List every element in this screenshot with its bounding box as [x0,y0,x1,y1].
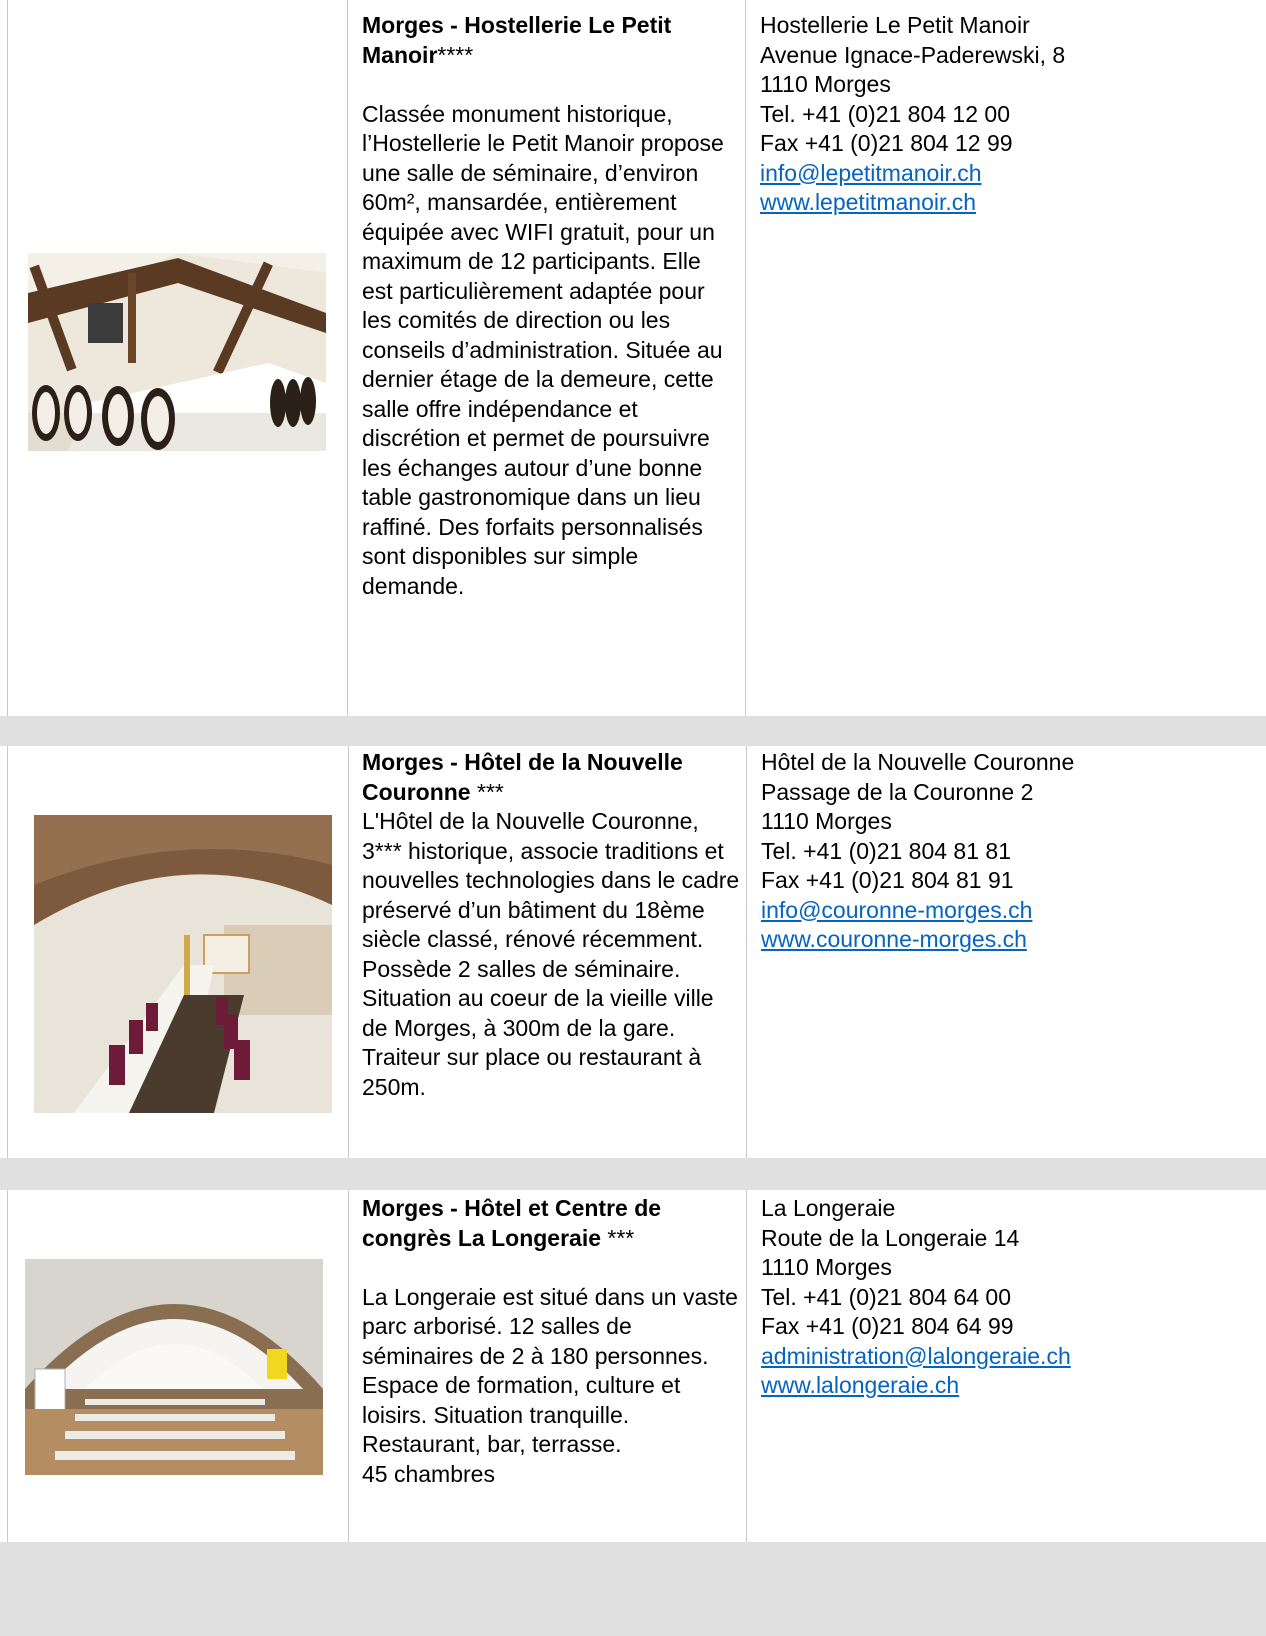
contact-fax: Fax +41 (0)21 804 64 99 [761,1313,1014,1339]
contact-phone: Tel. +41 (0)21 804 81 81 [761,837,1011,864]
venue-description: Morges - Hostellerie Le Petit Manoir****… [362,11,734,601]
row-separator [0,716,1266,746]
contact-phone: Tel. +41 (0)21 804 64 00 [761,1283,1011,1310]
rooms-count: 45 chambres [362,1460,495,1487]
row-separator [0,1158,1266,1190]
venue-stars: *** [601,1224,635,1251]
seminar-room-photo [34,815,332,1113]
venue-contact: Hostellerie Le Petit Manoir Avenue Ignac… [760,11,1260,218]
row-separator [0,1542,1266,1636]
contact-street: Passage de la Couronne 2 [761,778,1034,805]
venue-heading: Morges - Hôtel et Centre de congrès La L… [362,1194,742,1253]
contact-name: Hostellerie Le Petit Manoir [760,12,1030,38]
venue-contact: La Longeraie Route de la Longeraie 14 11… [761,1194,1261,1401]
contact-city: 1110 Morges [761,808,892,834]
website-link[interactable]: www.couronne-morges.ch [761,925,1261,955]
email-link[interactable]: info@lepetitmanoir.ch [760,159,1260,189]
venue-description-text: La Longeraie est situé dans un vaste par… [362,1283,738,1458]
website-link[interactable]: www.lalongeraie.ch [761,1371,1261,1401]
seminar-room-photo [28,253,326,451]
table-border-left [7,0,8,1636]
contact-street: Avenue Ignace-Paderewski, 8 [760,41,1066,68]
contact-fax: Fax +41 (0)21 804 81 91 [761,867,1014,893]
venue-heading: Morges - Hôtel de la Nouvelle Couronne *… [362,748,742,807]
venue-stars: **** [437,41,474,68]
venue-title: Morges - Hôtel de la Nouvelle Couronne [362,749,683,805]
column-divider-2 [745,0,746,716]
column-divider-1 [348,746,349,1158]
contact-name: Hôtel de la Nouvelle Couronne [761,749,1075,775]
venue-description: Morges - Hôtel et Centre de congrès La L… [362,1194,742,1489]
contact-name: La Longeraie [761,1195,896,1221]
email-link[interactable]: info@couronne-morges.ch [761,896,1261,926]
column-divider-2 [746,746,747,1158]
column-divider-1 [347,0,348,716]
contact-city: 1110 Morges [760,71,891,97]
venue-contact: Hôtel de la Nouvelle Couronne Passage de… [761,748,1261,955]
contact-street: Route de la Longeraie 14 [761,1224,1020,1251]
venue-heading: Morges - Hostellerie Le Petit Manoir**** [362,11,734,70]
contact-fax: Fax +41 (0)21 804 12 99 [760,130,1013,156]
contact-city: 1110 Morges [761,1254,892,1280]
venue-stars: *** [470,778,504,805]
contact-phone: Tel. +41 (0)21 804 12 00 [760,100,1010,127]
column-divider-2 [746,1190,747,1542]
venue-description-text: L'Hôtel de la Nouvelle Couronne, 3*** hi… [362,808,740,1100]
venue-title: Morges - Hostellerie Le Petit Manoir [362,12,672,68]
conference-hall-photo [25,1259,323,1475]
column-divider-1 [348,1190,349,1542]
venue-description-text: Classée monument historique, l’Hosteller… [362,100,724,599]
venue-description: Morges - Hôtel de la Nouvelle Couronne *… [362,748,742,1102]
email-link[interactable]: administration@lalongeraie.ch [761,1342,1261,1372]
website-link[interactable]: www.lepetitmanoir.ch [760,188,1260,218]
